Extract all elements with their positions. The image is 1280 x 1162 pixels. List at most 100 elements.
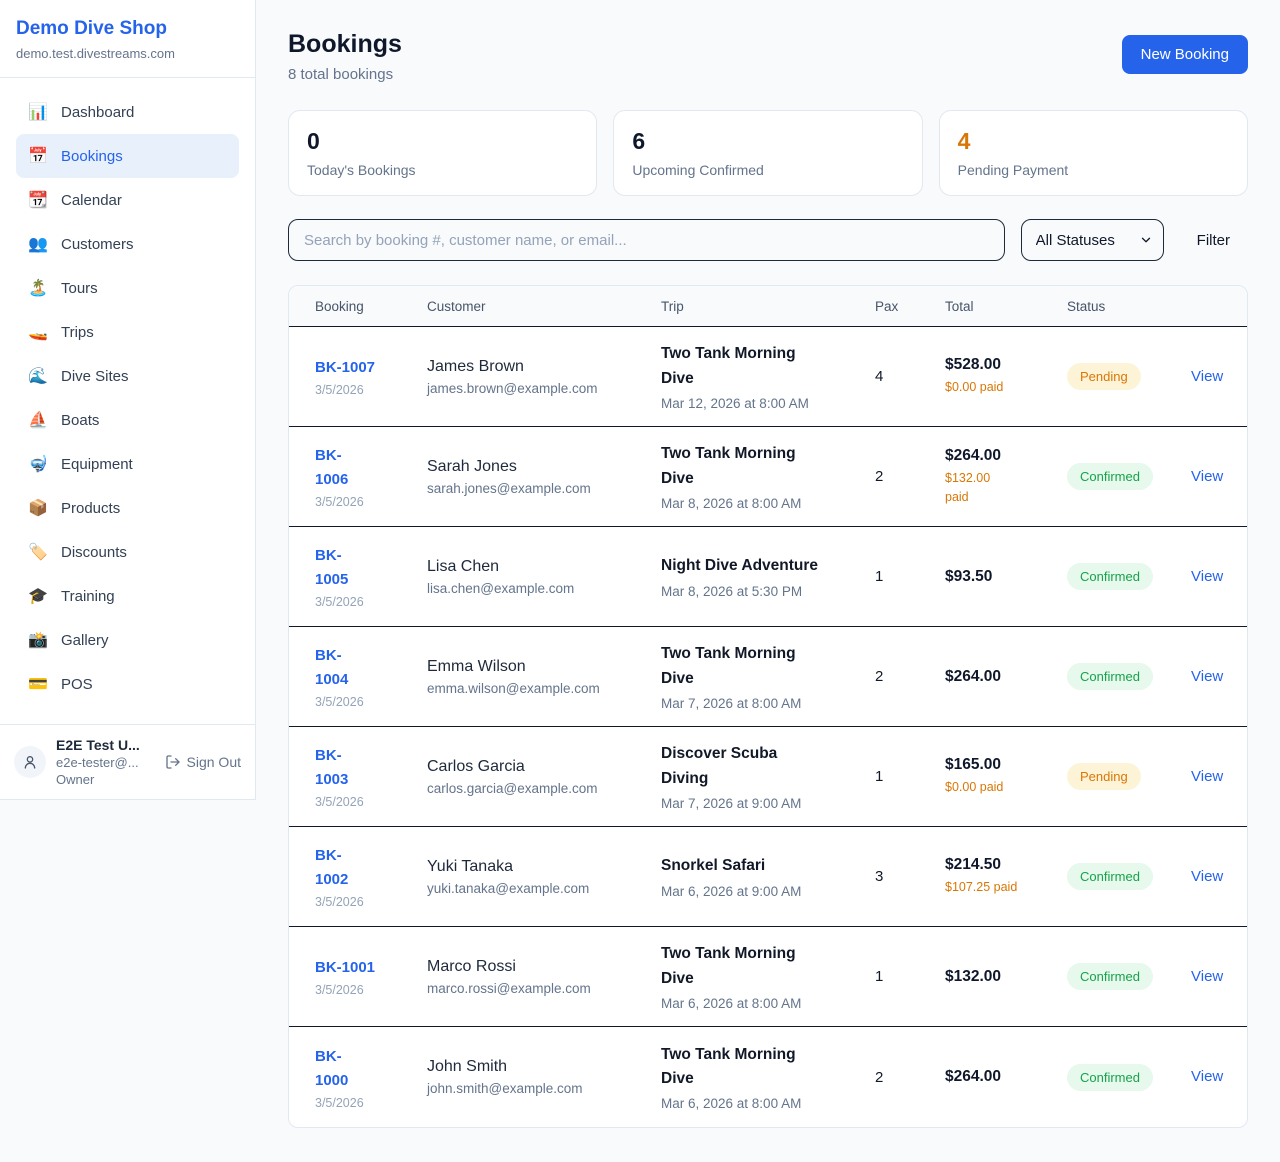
- shop-domain: demo.test.divestreams.com: [16, 46, 239, 61]
- stat-label: Pending Payment: [958, 162, 1229, 178]
- trip-datetime: Mar 8, 2026 at 5:30 PM: [661, 584, 875, 599]
- paid-amount: $132.00 paid: [945, 469, 1025, 507]
- customers-icon: 👥: [28, 234, 48, 254]
- sidebar-header: Demo Dive Shop demo.test.divestreams.com: [0, 0, 255, 78]
- sidebar-item-customers[interactable]: 👥 Customers: [16, 222, 239, 266]
- trip-cell: Snorkel Safari Mar 6, 2026 at 9:00 AM: [661, 854, 875, 898]
- sidebar-nav: 📊 Dashboard 📅 Bookings 📆 Calendar 👥 Cust…: [0, 78, 255, 724]
- stat-value: 6: [632, 128, 903, 155]
- customer-cell: James Brown james.brown@example.com: [427, 358, 661, 396]
- nav-item-label: Calendar: [61, 192, 122, 209]
- sidebar-item-calendar[interactable]: 📆 Calendar: [16, 178, 239, 222]
- pax-count: 2: [875, 1069, 945, 1086]
- trip-name: Two Tank Morning Dive: [661, 1043, 851, 1091]
- sidebar-item-equipment[interactable]: 🤿 Equipment: [16, 442, 239, 486]
- customer-email: marco.rossi@example.com: [427, 981, 661, 996]
- booking-id-link[interactable]: BK-1007: [315, 356, 375, 380]
- stat-card: 6 Upcoming Confirmed: [613, 110, 922, 196]
- sidebar: Demo Dive Shop demo.test.divestreams.com…: [0, 0, 256, 800]
- total-cell: $264.00 $132.00 paid: [945, 447, 1067, 507]
- paid-amount: $107.25 paid: [945, 878, 1025, 897]
- sidebar-item-discounts[interactable]: 🏷️ Discounts: [16, 530, 239, 574]
- table-row: BK-1001 3/5/2026 Marco Rossi marco.rossi…: [289, 927, 1247, 1027]
- booking-cell: BK- 1003 3/5/2026: [315, 744, 427, 809]
- dashboard-icon: 📊: [28, 102, 48, 122]
- new-booking-button[interactable]: New Booking: [1122, 35, 1248, 74]
- trips-icon: 🚤: [28, 322, 48, 342]
- equipment-icon: 🤿: [28, 454, 48, 474]
- status-cell: Confirmed: [1067, 563, 1191, 590]
- user-icon: [22, 754, 38, 770]
- booking-id-link[interactable]: BK- 1006: [315, 444, 348, 492]
- trip-name: Two Tank Morning Dive: [661, 942, 851, 990]
- booking-id-link[interactable]: BK- 1000: [315, 1045, 348, 1093]
- trip-cell: Discover Scuba Diving Mar 7, 2026 at 9:0…: [661, 742, 875, 810]
- view-link[interactable]: View: [1191, 1068, 1223, 1085]
- status-badge: Confirmed: [1067, 563, 1153, 590]
- booking-cell: BK-1001 3/5/2026: [315, 956, 427, 997]
- total-amount: $93.50: [945, 568, 1067, 586]
- view-link[interactable]: View: [1191, 768, 1223, 785]
- customer-email: yuki.tanaka@example.com: [427, 881, 661, 896]
- table-header: Booking Customer Trip Pax Total Status: [289, 286, 1247, 327]
- total-cell: $264.00: [945, 668, 1067, 686]
- nav-item-label: Training: [61, 588, 115, 605]
- trip-datetime: Mar 6, 2026 at 9:00 AM: [661, 884, 875, 899]
- actions-cell: View: [1191, 1068, 1223, 1086]
- search-input[interactable]: [288, 219, 1005, 261]
- stat-label: Today's Bookings: [307, 162, 578, 178]
- view-link[interactable]: View: [1191, 868, 1223, 885]
- trip-datetime: Mar 7, 2026 at 8:00 AM: [661, 696, 875, 711]
- booking-id-link[interactable]: BK- 1003: [315, 744, 348, 792]
- customer-email: john.smith@example.com: [427, 1081, 661, 1096]
- sidebar-item-pos[interactable]: 💳 POS: [16, 662, 239, 706]
- view-link[interactable]: View: [1191, 968, 1223, 985]
- sidebar-item-trips[interactable]: 🚤 Trips: [16, 310, 239, 354]
- sidebar-item-training[interactable]: 🎓 Training: [16, 574, 239, 618]
- customer-cell: Sarah Jones sarah.jones@example.com: [427, 458, 661, 496]
- status-cell: Confirmed: [1067, 1064, 1191, 1091]
- sidebar-item-gallery[interactable]: 📸 Gallery: [16, 618, 239, 662]
- total-amount: $132.00: [945, 968, 1067, 986]
- nav-item-label: POS: [61, 676, 93, 693]
- status-badge: Confirmed: [1067, 963, 1153, 990]
- booking-id-link[interactable]: BK-1001: [315, 956, 375, 980]
- booking-id-link[interactable]: BK- 1004: [315, 644, 348, 692]
- sidebar-item-bookings[interactable]: 📅 Bookings: [16, 134, 239, 178]
- sidebar-item-dashboard[interactable]: 📊 Dashboard: [16, 90, 239, 134]
- table-row: BK- 1003 3/5/2026 Carlos Garcia carlos.g…: [289, 727, 1247, 827]
- sidebar-item-dive-sites[interactable]: 🌊 Dive Sites: [16, 354, 239, 398]
- customer-cell: Yuki Tanaka yuki.tanaka@example.com: [427, 858, 661, 896]
- trip-name: Two Tank Morning Dive: [661, 642, 851, 690]
- stat-value: 4: [958, 128, 1229, 155]
- stat-value: 0: [307, 128, 578, 155]
- sidebar-item-products[interactable]: 📦 Products: [16, 486, 239, 530]
- gallery-icon: 📸: [28, 630, 48, 650]
- view-link[interactable]: View: [1191, 368, 1223, 385]
- trip-datetime: Mar 6, 2026 at 8:00 AM: [661, 1096, 875, 1111]
- view-link[interactable]: View: [1191, 468, 1223, 485]
- status-filter-select[interactable]: All Statuses: [1021, 219, 1164, 261]
- sidebar-item-boats[interactable]: ⛵ Boats: [16, 398, 239, 442]
- page-subtitle: 8 total bookings: [288, 66, 402, 83]
- booking-id-link[interactable]: BK- 1002: [315, 844, 348, 892]
- status-cell: Confirmed: [1067, 963, 1191, 990]
- booking-id-link[interactable]: BK- 1005: [315, 544, 348, 592]
- customer-email: james.brown@example.com: [427, 381, 661, 396]
- sidebar-item-tours[interactable]: 🏝️ Tours: [16, 266, 239, 310]
- view-link[interactable]: View: [1191, 668, 1223, 685]
- page-title: Bookings: [288, 30, 402, 59]
- customer-email: carlos.garcia@example.com: [427, 781, 661, 796]
- total-amount: $264.00: [945, 668, 1067, 686]
- customer-name: Carlos Garcia: [427, 758, 661, 776]
- table-row: BK-1007 3/5/2026 James Brown james.brown…: [289, 327, 1247, 427]
- user-name: E2E Test U...: [56, 737, 140, 753]
- sign-out-icon: [165, 754, 181, 770]
- col-trip: Trip: [661, 299, 875, 314]
- bookings-icon: 📅: [28, 146, 48, 166]
- sign-out-button[interactable]: Sign Out: [165, 754, 241, 770]
- table-row: BK- 1000 3/5/2026 John Smith john.smith@…: [289, 1027, 1247, 1127]
- status-badge: Pending: [1067, 363, 1141, 390]
- view-link[interactable]: View: [1191, 568, 1223, 585]
- nav-item-label: Gallery: [61, 632, 109, 649]
